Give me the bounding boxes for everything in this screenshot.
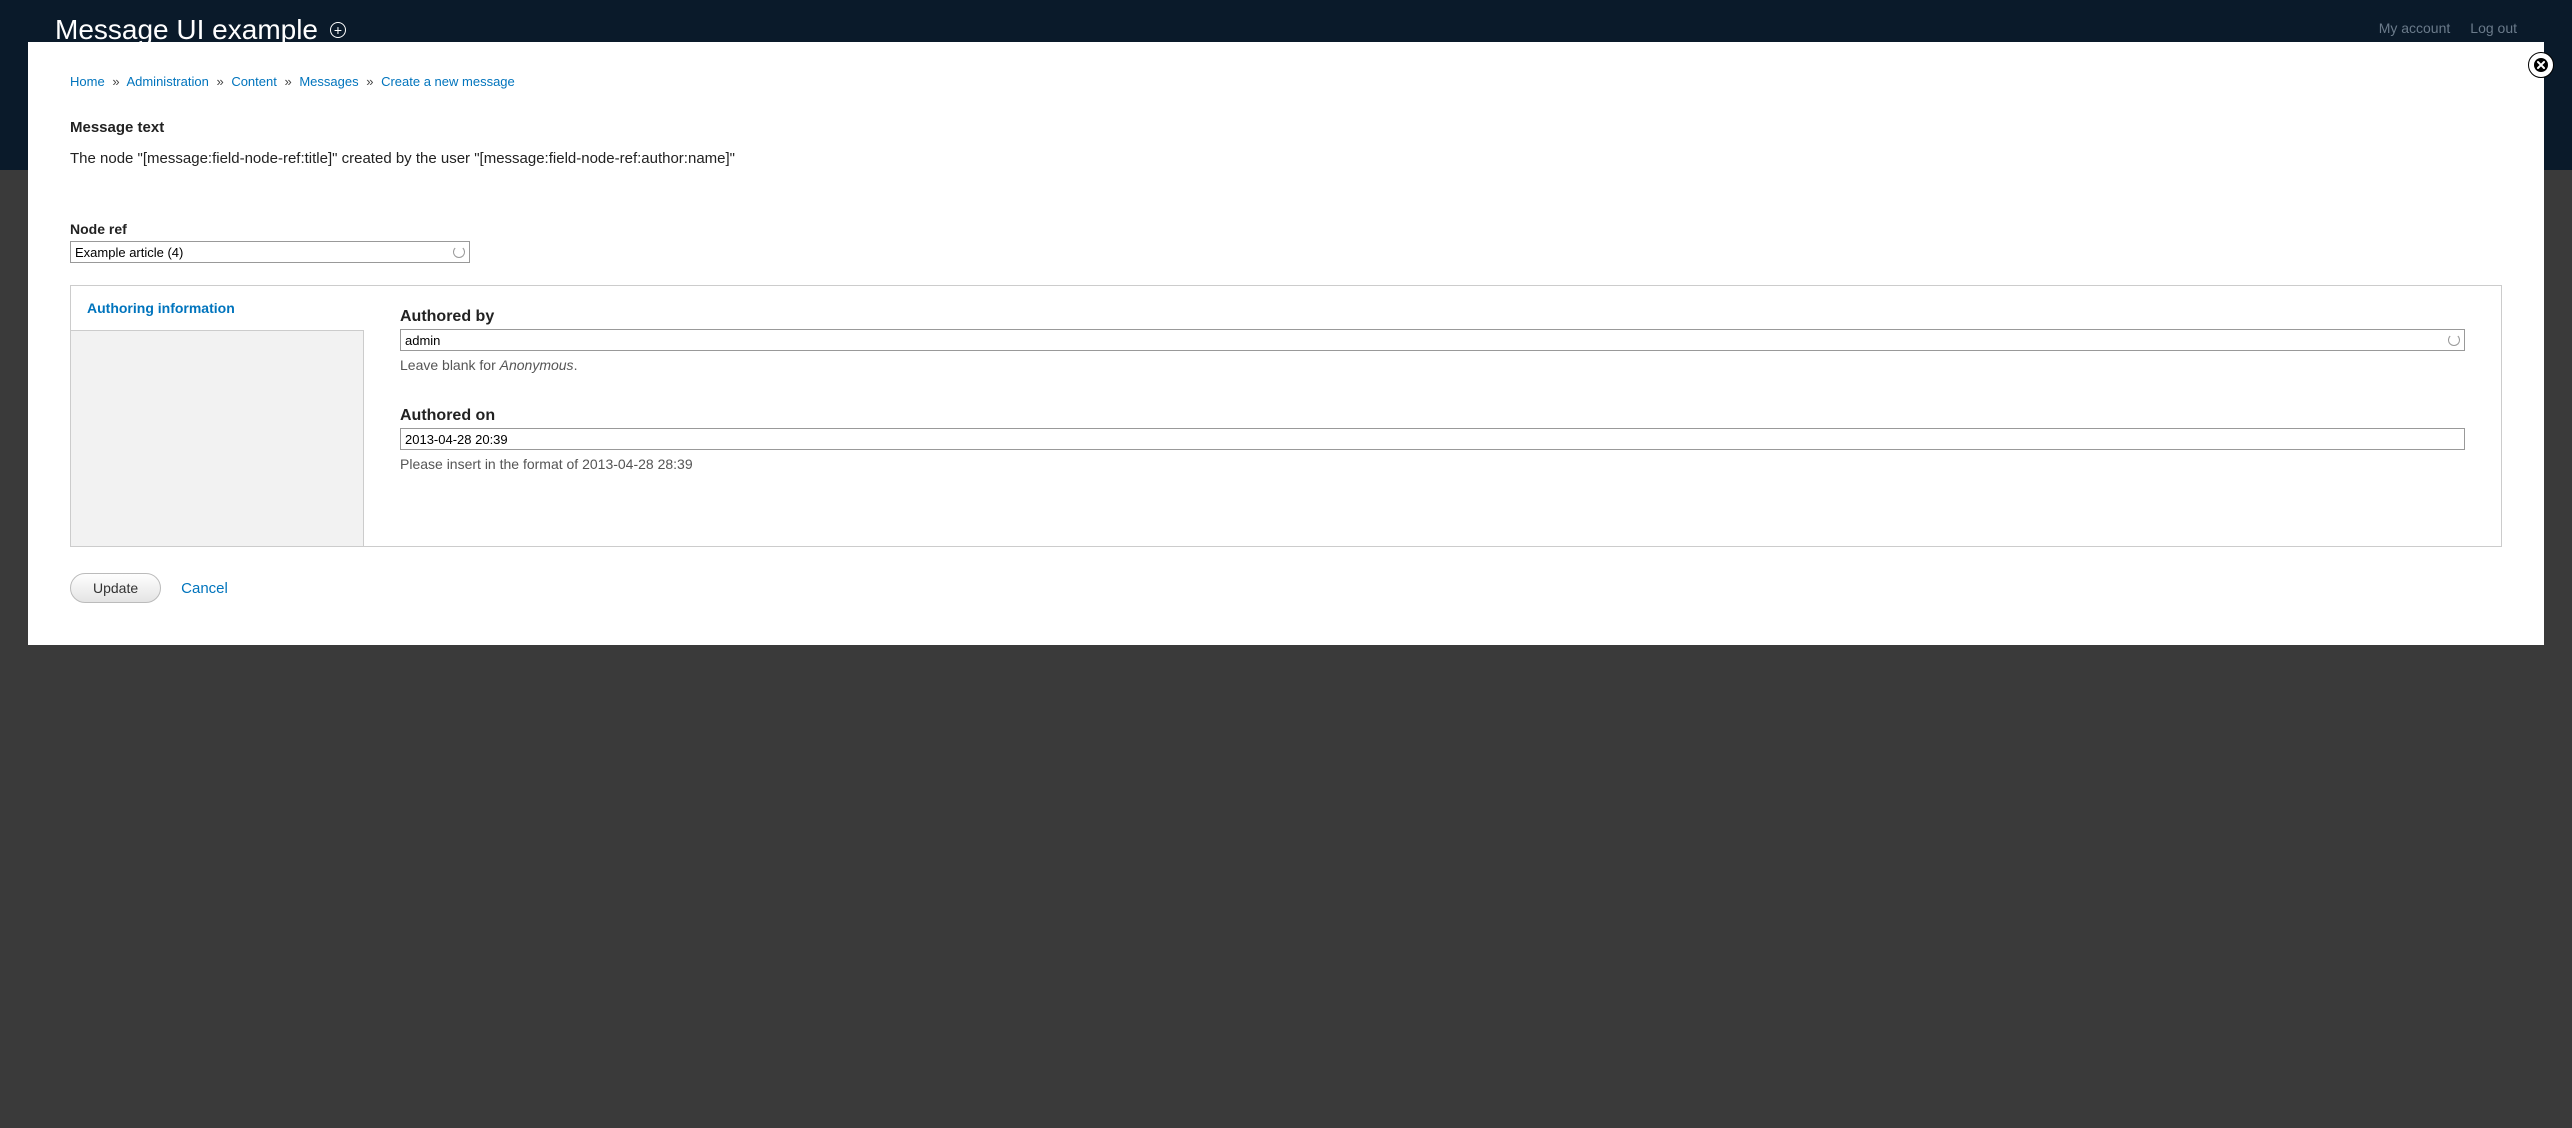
breadcrumb-messages[interactable]: Messages [299,74,358,89]
node-ref-label: Node ref [70,221,2502,237]
vertical-tabs-filler [71,331,364,546]
authored-by-help-prefix: Leave blank for [400,357,500,373]
authored-on-label: Authored on [400,407,2465,425]
authored-by-help-suffix: . [574,357,578,373]
my-account-link[interactable]: My account [2379,20,2451,36]
overlay-dialog: Home » Administration » Content » Messag… [28,42,2544,645]
breadcrumb-sep: » [216,74,223,89]
vertical-tabs: Authoring information Authored by Leave … [70,285,2502,547]
authored-by-help: Leave blank for Anonymous. [400,357,2465,373]
authored-on-field: Authored on Please insert in the format … [400,407,2465,472]
vertical-tabs-menu: Authoring information [71,286,364,546]
breadcrumb: Home » Administration » Content » Messag… [70,74,2502,89]
add-shortcut-icon[interactable]: + [330,22,346,38]
tab-authoring-information[interactable]: Authoring information [71,286,364,331]
breadcrumb-sep: » [112,74,119,89]
log-out-link[interactable]: Log out [2470,20,2517,36]
breadcrumb-sep: » [366,74,373,89]
authored-by-input[interactable] [400,329,2465,351]
tab-authoring-information-link[interactable]: Authoring information [87,300,235,316]
vertical-tabs-panel: Authored by Leave blank for Anonymous. A… [364,286,2501,546]
node-ref-field: Node ref [70,221,2502,263]
breadcrumb-content[interactable]: Content [231,74,277,89]
message-text-body: The node "[message:field-node-ref:title]… [70,150,2502,167]
authored-by-help-em: Anonymous [500,357,574,373]
breadcrumb-sep: » [284,74,291,89]
autocomplete-throbber-icon [453,246,465,258]
form-actions: Update Cancel [70,573,2502,603]
close-icon [2533,57,2549,73]
breadcrumb-home[interactable]: Home [70,74,105,89]
close-overlay-button[interactable] [2528,52,2554,78]
node-ref-input[interactable] [70,241,470,263]
authored-by-field: Authored by Leave blank for Anonymous. [400,308,2465,373]
breadcrumb-create-message[interactable]: Create a new message [381,74,515,89]
message-text-label: Message text [70,119,2502,136]
authored-on-input[interactable] [400,428,2465,450]
autocomplete-throbber-icon [2448,334,2460,346]
authored-on-help: Please insert in the format of 2013-04-2… [400,456,2465,472]
authored-by-label: Authored by [400,308,2465,326]
update-button[interactable]: Update [70,573,161,603]
user-links: My account Log out [2379,14,2517,36]
cancel-link[interactable]: Cancel [181,580,228,597]
breadcrumb-administration[interactable]: Administration [126,74,208,89]
